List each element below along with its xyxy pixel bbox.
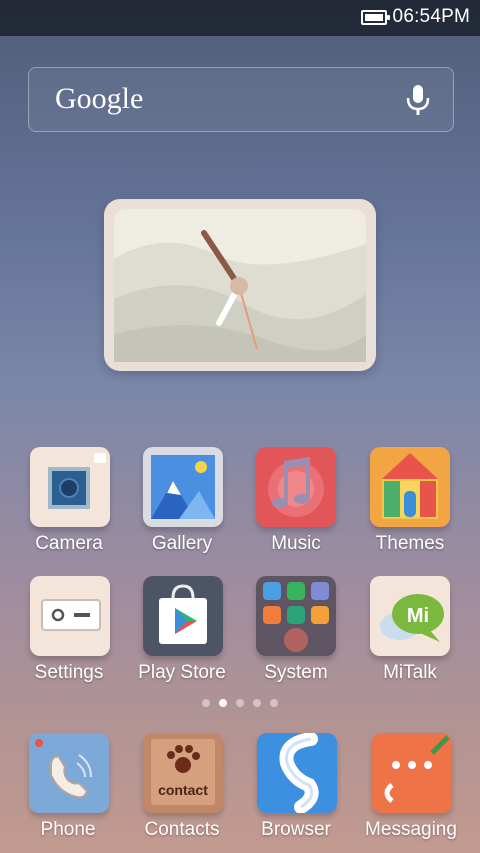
app-label: Play Store (138, 662, 226, 683)
battery-icon (360, 9, 390, 25)
google-search-bar[interactable]: Google (28, 67, 454, 132)
page-dot[interactable] (253, 699, 261, 707)
contacts-icon: contact (143, 733, 223, 813)
app-label: MiTalk (383, 662, 437, 683)
page-dot[interactable] (270, 699, 278, 707)
gallery-icon (143, 447, 223, 527)
app-label: Browser (261, 819, 331, 840)
settings-app-button[interactable] (30, 576, 110, 656)
browser-icon (257, 733, 337, 813)
mitalk-app-button[interactable]: Mi (370, 576, 450, 656)
status-time: 06:54PM (392, 6, 470, 27)
page-dot[interactable] (202, 699, 210, 707)
settings-icon (30, 576, 110, 656)
app-label: System (264, 662, 328, 683)
google-logo: Google (55, 82, 144, 115)
themes-icon (370, 447, 450, 527)
messaging-app-button[interactable] (372, 733, 452, 813)
page-indicator[interactable] (0, 699, 480, 707)
app-label: Phone (40, 819, 96, 840)
app-label: Camera (35, 533, 103, 554)
page-dot[interactable] (219, 699, 227, 707)
system-folder-icon (256, 576, 336, 656)
play-store-icon (143, 576, 223, 656)
contacts-icon-text: contact (158, 782, 208, 798)
status-right: 06:54PM (360, 6, 470, 28)
analog-clock-widget[interactable] (104, 199, 376, 371)
app-label: Contacts (144, 819, 220, 840)
music-app-button[interactable] (256, 447, 336, 527)
system-folder-button[interactable] (256, 576, 336, 656)
mitalk-icon: Mi (370, 576, 450, 656)
app-label: Gallery (151, 533, 213, 554)
gallery-app-button[interactable] (143, 447, 223, 527)
camera-app-button[interactable] (30, 447, 110, 527)
phone-icon (29, 733, 109, 813)
play-store-app-button[interactable] (143, 576, 223, 656)
music-icon (256, 447, 336, 527)
browser-app-button[interactable] (257, 733, 337, 813)
app-label: Music (271, 533, 321, 554)
messaging-icon (372, 733, 452, 813)
themes-app-button[interactable] (370, 447, 450, 527)
app-label: Messaging (365, 819, 457, 840)
clock-face (114, 209, 366, 362)
camera-icon (30, 447, 110, 527)
phone-app-button[interactable] (29, 733, 109, 813)
page-dot[interactable] (236, 699, 244, 707)
microphone-icon[interactable] (405, 83, 431, 117)
mitalk-badge-text: Mi (407, 605, 429, 627)
status-bar: 06:54PM (0, 0, 480, 36)
contacts-app-button[interactable]: contact (143, 733, 223, 813)
app-label: Themes (375, 533, 445, 554)
battery-fill (364, 13, 383, 21)
app-label: Settings (34, 662, 104, 683)
